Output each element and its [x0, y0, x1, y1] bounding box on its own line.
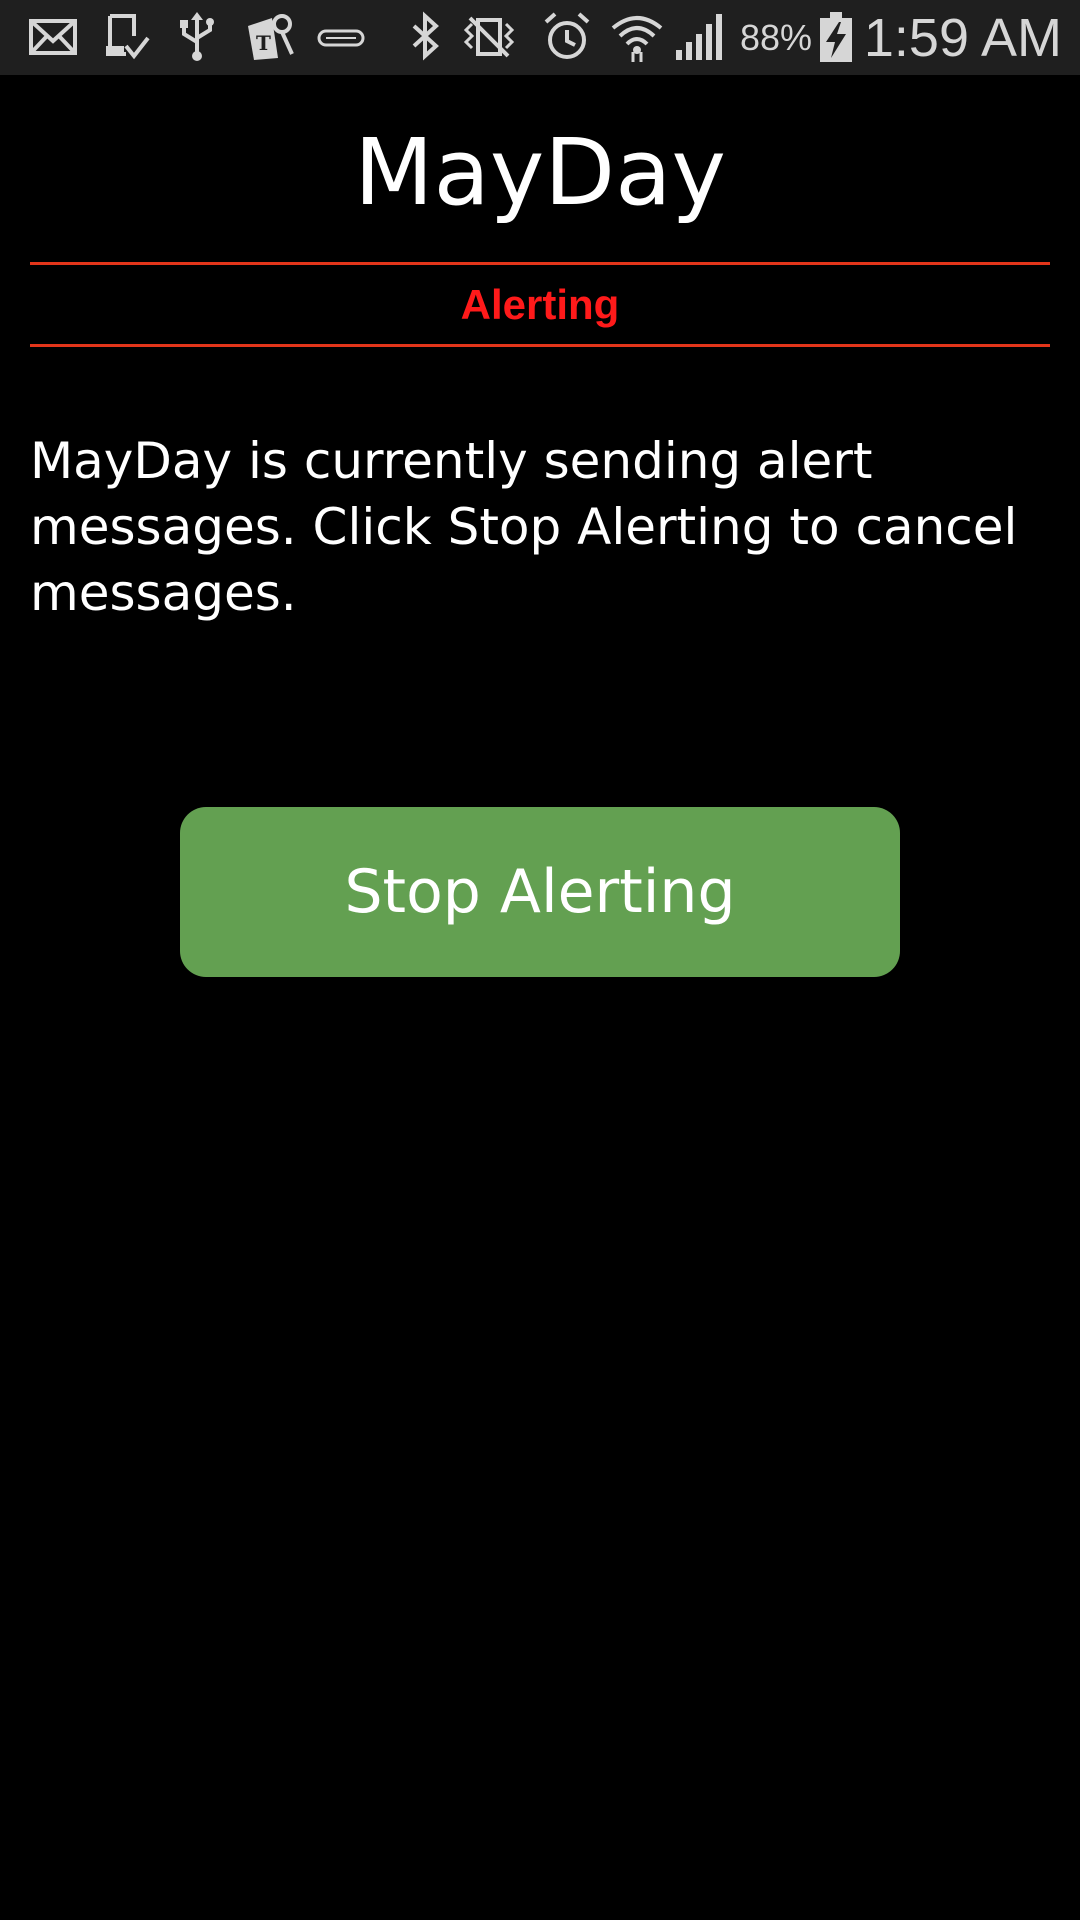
alert-message: MayDay is currently sending alert messag… — [30, 432, 1018, 622]
alarm-icon — [540, 10, 594, 64]
stop-alerting-button[interactable]: Stop Alerting — [180, 807, 900, 977]
status-label: Alerting — [460, 281, 620, 328]
vibrate-mute-icon — [462, 10, 516, 64]
cast-icon — [314, 10, 368, 64]
battery-charging-icon — [808, 10, 862, 64]
signal-icon — [672, 10, 726, 64]
email-icon — [26, 10, 80, 64]
divider-top — [30, 262, 1050, 265]
svg-text:T: T — [256, 31, 271, 55]
usb-icon — [170, 10, 224, 64]
wifi-icon — [610, 10, 664, 64]
battery-percent: 88% — [740, 17, 813, 58]
divider-bottom — [30, 344, 1050, 347]
stop-alerting-label: Stop Alerting — [344, 857, 736, 927]
clock: 1:59 AM — [863, 8, 1062, 68]
status-bar: T 88% 1:59 AM — [0, 0, 1080, 75]
app-title: MayDay — [354, 119, 726, 226]
t-mobile-icon: T — [242, 10, 296, 64]
download-complete-icon — [98, 10, 152, 64]
bluetooth-icon — [398, 10, 452, 64]
